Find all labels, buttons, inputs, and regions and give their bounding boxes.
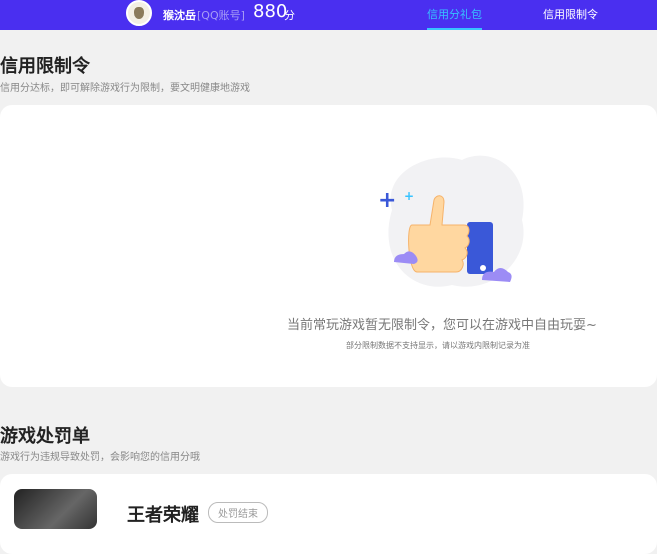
restrictions-card: + + 当前常玩游戏暂无限制令，您可以在游戏中自由玩耍~ 部分限制数据不支持显示…	[0, 105, 657, 387]
penalties-title: 游戏处罚单	[0, 426, 90, 447]
top-bar: 猴沈岳 [QQ账号] 880 分 信用分礼包 信用限制令	[0, 0, 657, 30]
game-name: 王者荣耀	[127, 505, 199, 526]
game-thumbnail	[14, 489, 97, 529]
tab-credit-restriction[interactable]: 信用限制令	[543, 6, 598, 22]
username: 猴沈岳	[163, 9, 196, 22]
svg-text:+: +	[378, 188, 396, 213]
restrictions-title: 信用限制令	[0, 56, 90, 77]
status-badge: 处罚结束	[208, 502, 268, 523]
penalty-card[interactable]	[0, 474, 657, 554]
empty-message: 当前常玩游戏暂无限制令，您可以在游戏中自由玩耍~	[287, 318, 597, 333]
svg-text:+: +	[404, 189, 414, 203]
penalties-subtitle: 游戏行为违规导致处罚，会影响您的信用分哦	[0, 452, 200, 463]
tab-credit-gift[interactable]: 信用分礼包	[427, 6, 482, 30]
account-type: [QQ账号]	[197, 9, 245, 22]
restrictions-subtitle: 信用分达标，即可解除游戏行为限制，要文明健康地游戏	[0, 83, 250, 94]
restrictions-note: 部分限制数据不支持显示，请以游戏内限制记录为准	[346, 341, 530, 350]
credit-score: 880	[253, 1, 288, 22]
score-unit: 分	[284, 9, 295, 22]
avatar[interactable]	[126, 0, 152, 26]
thumbs-up-icon: + +	[378, 155, 524, 287]
